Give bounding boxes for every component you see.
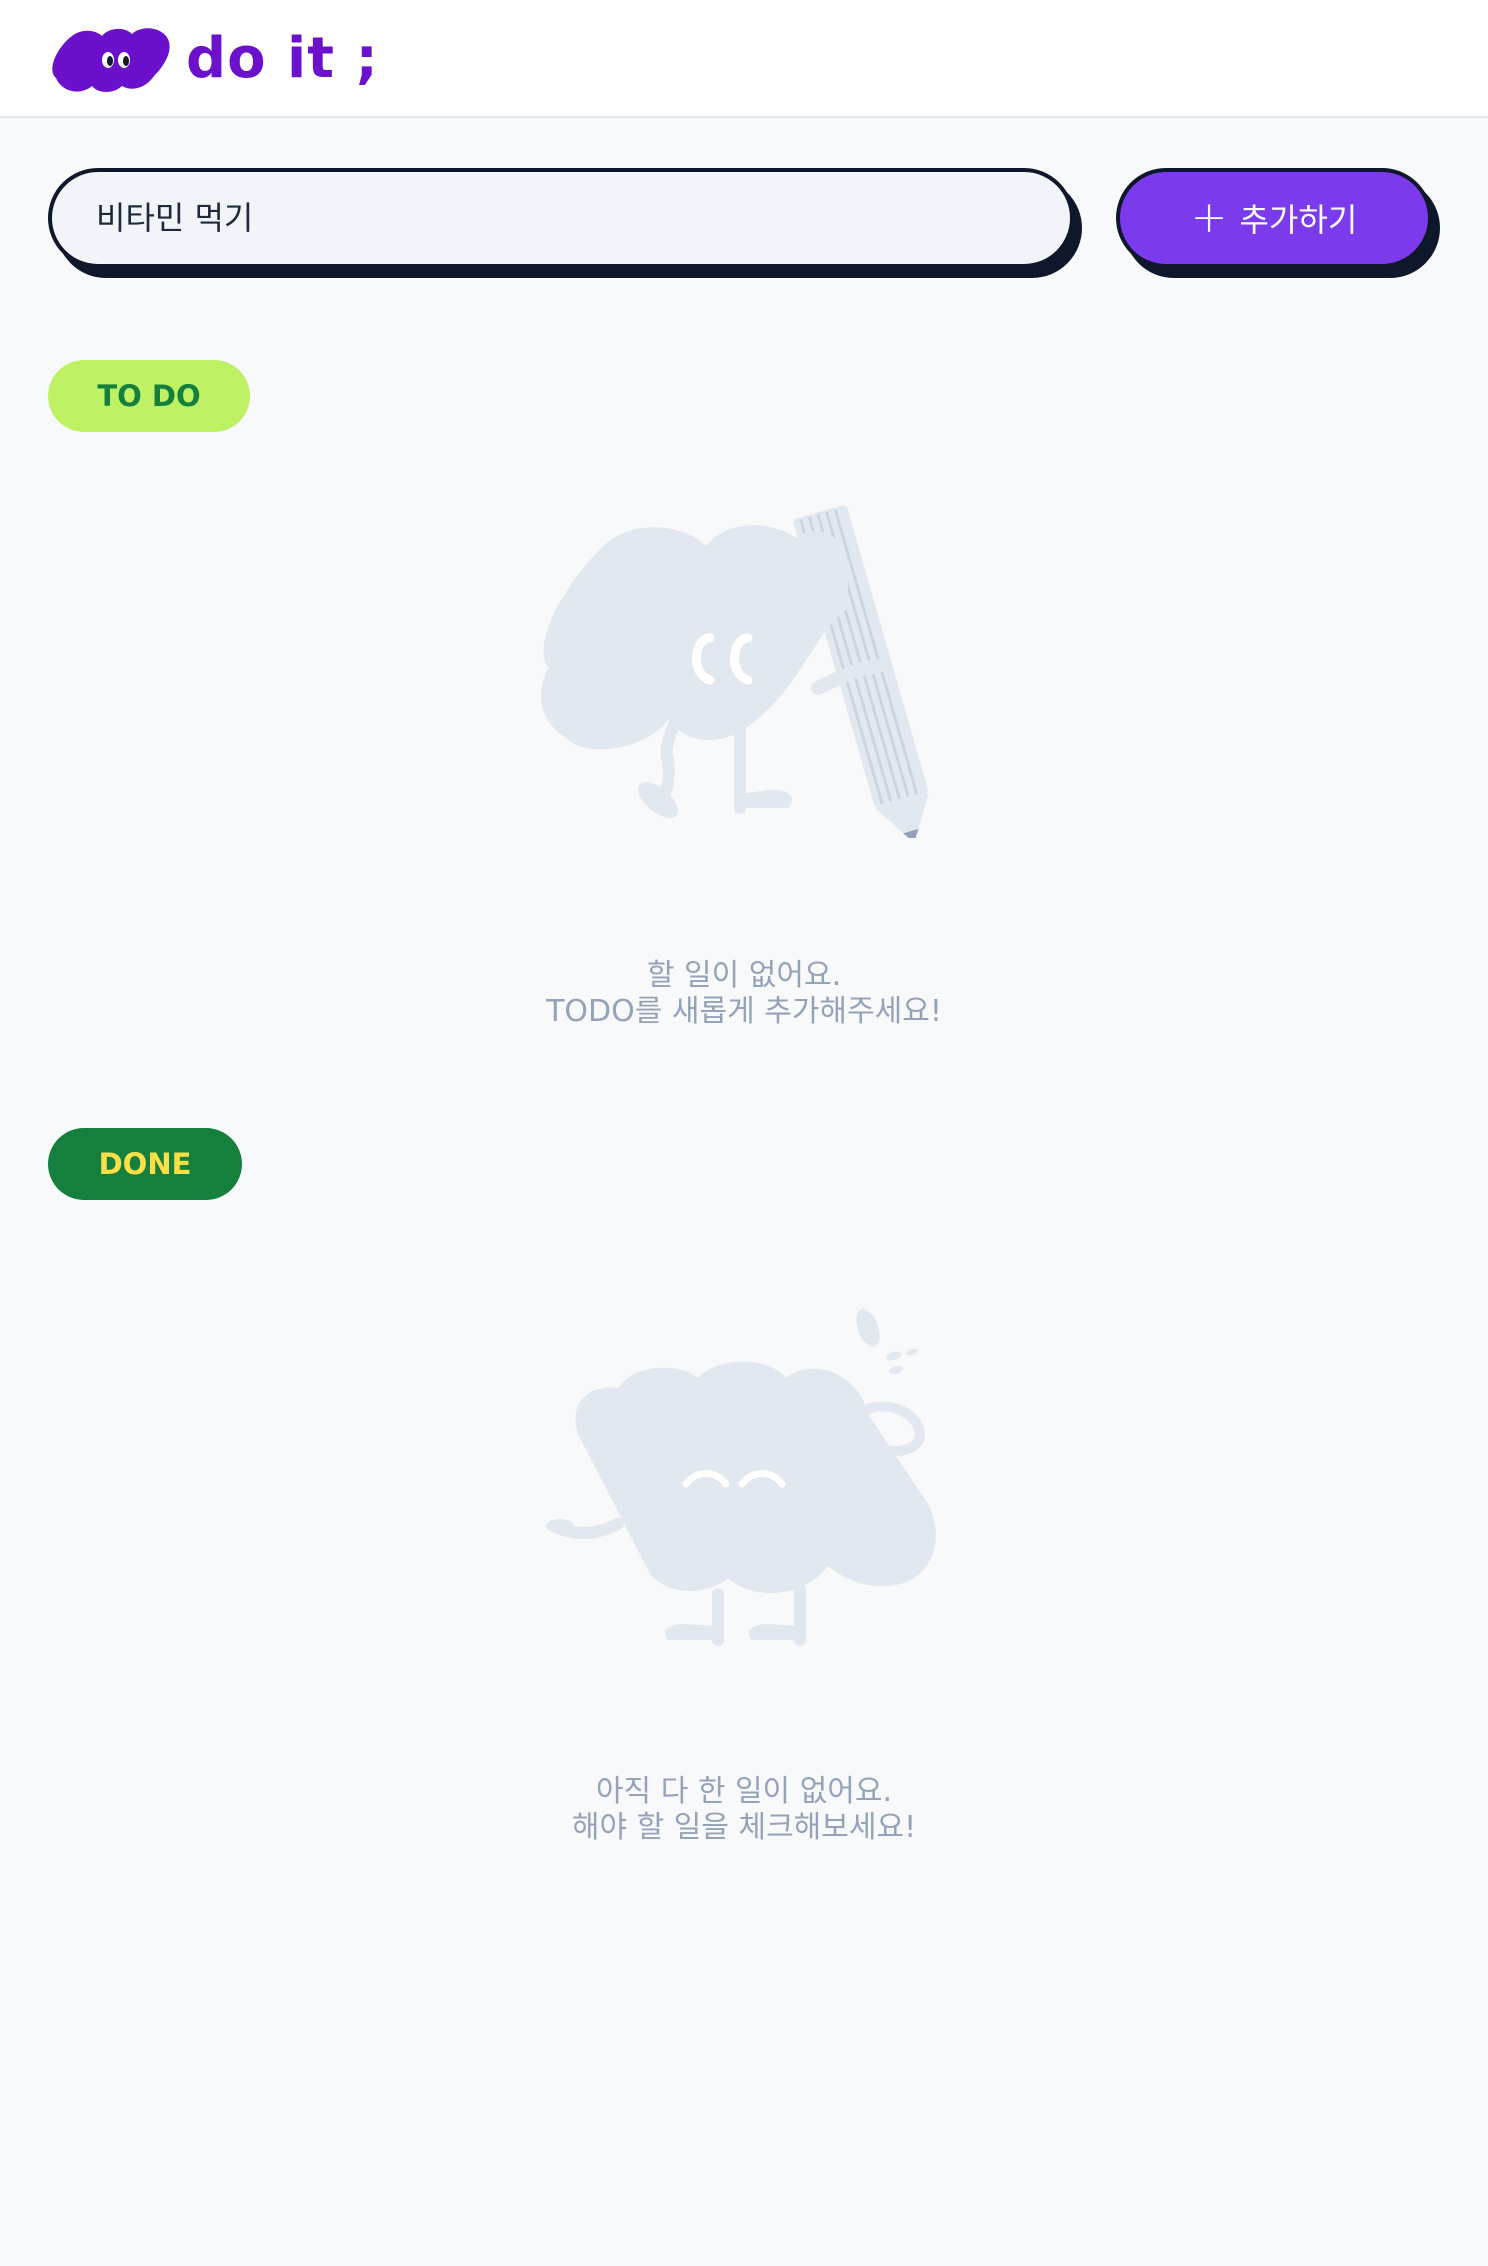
add-button-wrap: + 추가하기 — [1116, 168, 1440, 278]
done-empty-line2: 해야 할 일을 체크해보세요! — [571, 1810, 917, 1845]
todo-empty-line2: TODO를 새롭게 추가해주세요! — [546, 994, 942, 1029]
cloud-mascot-icon — [52, 28, 170, 92]
cloud-with-pencil-icon — [541, 505, 929, 838]
add-button[interactable]: + 추가하기 — [1116, 168, 1432, 268]
done-badge: DONE — [48, 1128, 242, 1200]
todo-badge: TO DO — [48, 360, 250, 432]
done-empty-message: 아직 다 한 일이 없어요. 해야 할 일을 체크해보세요! — [0, 1774, 1488, 1846]
app-header: do it ; — [0, 0, 1488, 118]
add-button-label: 추가하기 — [1239, 201, 1358, 239]
done-empty-line1: 아직 다 한 일이 없어요. — [595, 1774, 893, 1809]
logo-text: do it ; — [186, 26, 379, 91]
cloud-smiling-icon — [546, 1308, 936, 1646]
todo-input[interactable] — [48, 168, 1074, 268]
todo-empty-message: 할 일이 없어요. TODO를 새롭게 추가해주세요! — [0, 958, 1488, 1030]
todo-empty-line1: 할 일이 없어요. — [646, 958, 842, 993]
search-bar — [48, 168, 1082, 278]
logo[interactable]: do it ; — [50, 22, 378, 100]
plus-icon: + — [1190, 192, 1228, 243]
